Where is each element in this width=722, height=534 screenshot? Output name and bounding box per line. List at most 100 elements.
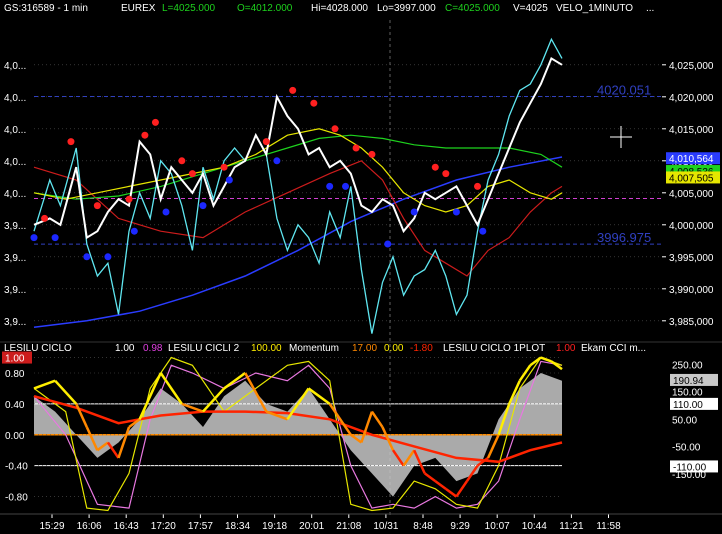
x-axis-tick-label: 11:21 [559, 521, 584, 532]
price-left-tick-label: 4,0... [4, 61, 26, 72]
close-label: C=4025.000 [445, 3, 500, 14]
plot-name: LESILU CICLO 1PLOT [443, 343, 545, 354]
x-axis-tick-label: 21:08 [336, 521, 361, 532]
ciclo-name: LESILU CICLO [4, 343, 72, 354]
red-signal-dot [310, 99, 318, 107]
indicator-right-tick-label: -50.00 [672, 442, 701, 453]
indicator-right-tick-label: 250.00 [672, 360, 703, 371]
open-label: O=4012.000 [237, 3, 293, 14]
indicator-left-badge-label: 1.00 [5, 354, 25, 365]
price-left-tick-label: 4,0... [4, 93, 26, 104]
indicator-left-tick-label: 0.80 [5, 369, 25, 380]
x-axis-tick-label: 10/31 [373, 521, 398, 532]
price-left-tick-label: 3,9... [4, 253, 26, 264]
blue-signal-dot [326, 182, 334, 190]
momentum-segment [117, 426, 131, 459]
price-right-tick-label: 4,000,000 [669, 221, 714, 232]
red-signal-dot [188, 170, 196, 178]
blue-signal-dot [30, 234, 38, 242]
blue-signal-dot [410, 208, 418, 216]
momentum-segment [33, 379, 56, 390]
x-axis-tick-label: 20:01 [299, 521, 324, 532]
momentum-segment [370, 410, 384, 428]
more-label: ... [646, 3, 654, 14]
price-left-tick-label: 4,0... [4, 125, 26, 136]
red-signal-dot [220, 163, 228, 171]
ciclo-val: 1.00 [115, 343, 135, 354]
momentum-val1: 17.00 [352, 343, 377, 354]
price-right-tick-label: 3,995,000 [669, 253, 714, 264]
x-axis-tick-label: 18:34 [225, 521, 250, 532]
price-left-tick-label: 3,9... [4, 221, 26, 232]
red-signal-dot [178, 157, 186, 165]
momentum-val2: 0.00 [384, 343, 404, 354]
momentum-val3: -1.80 [410, 343, 433, 354]
blue-signal-dot [452, 208, 460, 216]
blue-signal-dot [342, 182, 350, 190]
red-moving-average-line [33, 160, 563, 277]
red-signal-dot [93, 202, 101, 210]
x-axis-tick-label: 17:20 [151, 521, 176, 532]
blue-signal-dot [384, 240, 392, 248]
blue-signal-dot [130, 227, 138, 235]
momentum-segment [455, 480, 468, 498]
blue-signal-dot [162, 208, 170, 216]
red-signal-dot [368, 150, 376, 158]
x-axis-tick-label: 15:29 [39, 521, 64, 532]
blue-signal-dot [273, 157, 281, 165]
cci-name: Ekam CCI m... [581, 343, 646, 354]
red-signal-dot [151, 118, 159, 126]
exchange-label: EUREX [121, 3, 156, 14]
indicator-left-tick-label: -0.80 [5, 493, 28, 504]
indicator-badge-label: 110.00 [673, 400, 703, 411]
price-left-tick-label: 3,9... [4, 285, 26, 296]
price-left-tick-label: 4,0... [4, 189, 26, 200]
indicator-panel[interactable]: 0.80 0.40 0.00 -0.40 -0.80 250.00 150.00 50.00 -… [2, 351, 718, 512]
x-axis-tick-label: 16:06 [77, 521, 102, 532]
ciclo-val2: 0.98 [143, 343, 163, 354]
x-axis-tick-label: 17:57 [188, 521, 213, 532]
blue-signal-dot [104, 253, 112, 261]
indicator-left-tick-label: 0.40 [5, 400, 25, 411]
price-left-tick-label: 3,9... [4, 317, 26, 328]
x-axis-tick-label: 10:07 [485, 521, 510, 532]
last-label: L=4025.000 [162, 3, 216, 14]
crosshair-cursor-icon [610, 126, 632, 148]
price-right-tick-label: 3,985,000 [669, 317, 714, 328]
price-right-tick-label: 3,990,000 [669, 285, 714, 296]
blue-signal-dot [225, 176, 233, 184]
price-left-tick-label: 4,0... [4, 157, 26, 168]
indicator-badge-label: -110.00 [673, 462, 707, 473]
price-badge-label: 4,025,000 [669, 61, 714, 72]
momentum-segment [423, 472, 437, 483]
red-signal-dot [431, 163, 439, 171]
momentum-segment [540, 356, 552, 363]
red-signal-dot [262, 138, 270, 146]
blue-signal-dot [51, 234, 59, 242]
red-signal-dot [442, 170, 450, 178]
symbol-label: GS:316589 - 1 min [4, 3, 88, 14]
price-level-label: 4020.051 [597, 82, 651, 97]
x-axis-tick-label: 11:58 [596, 521, 621, 532]
red-signal-dot [141, 131, 149, 139]
x-axis-tick-label: 8:48 [413, 521, 433, 532]
indicator-right-tick-label: 50.00 [672, 415, 697, 426]
momentum-segment [54, 379, 78, 405]
indicator-left-tick-label: 0.00 [5, 431, 25, 442]
ciclo2-val: 100.00 [251, 343, 282, 354]
x-axis-tick-label: 9:29 [450, 521, 470, 532]
ciclo2-name: LESILU CICLI 2 [168, 343, 240, 354]
chart-canvas[interactable]: GS:316589 - 1 min EUREX L=4025.000 O=401… [0, 0, 722, 534]
cyan-fast-line [33, 37, 563, 334]
momentum-segment [445, 487, 458, 498]
red-signal-dot [289, 86, 297, 94]
momentum-name: Momentum [289, 343, 339, 354]
x-axis-tick-label: 16:43 [114, 521, 139, 532]
momentum-segment [434, 480, 447, 490]
volume-label: V=4025 [513, 3, 548, 14]
blue-signal-dot [199, 202, 207, 210]
red-signal-dot [67, 138, 75, 146]
price-badge-label: 4,007,505 [669, 173, 714, 184]
x-axis-tick-label: 10:44 [522, 521, 547, 532]
momentum-segment [518, 364, 532, 382]
